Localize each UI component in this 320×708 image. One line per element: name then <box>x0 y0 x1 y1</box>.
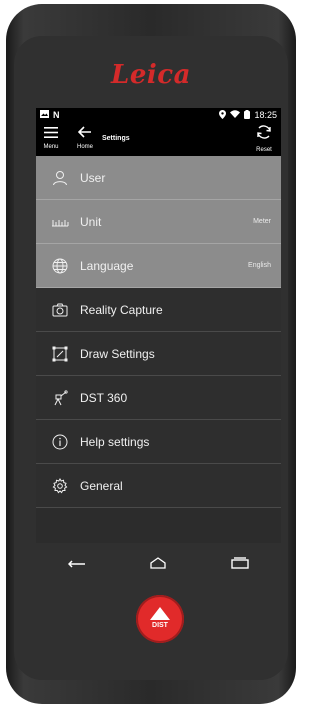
dist-label: DIST <box>152 622 168 629</box>
settings-item-label: Language <box>80 258 134 273</box>
settings-item-dst360[interactable]: DST 360 <box>36 376 281 420</box>
home-nav-icon[interactable] <box>149 556 167 574</box>
device-screen: N 18:25 Menu Home Settings Reset User Un… <box>36 108 281 543</box>
leica-logo: Leica <box>111 60 191 90</box>
ruler-icon <box>50 212 70 232</box>
nfc-icon: N <box>53 110 60 120</box>
settings-item-unit[interactable]: Unit Meter <box>36 200 281 244</box>
settings-item-value: English <box>248 262 271 269</box>
camera-icon <box>50 300 70 320</box>
wifi-icon <box>230 110 241 120</box>
location-icon <box>219 109 227 121</box>
settings-item-help-settings[interactable]: Help settings <box>36 420 281 464</box>
dst360-icon <box>50 388 70 408</box>
globe-icon <box>50 256 70 276</box>
page-title: Settings <box>102 135 130 142</box>
dist-measure-button[interactable]: DIST <box>136 595 184 643</box>
reset-icon <box>257 125 271 139</box>
recents-nav-icon[interactable] <box>231 556 249 574</box>
reset-button[interactable]: Reset <box>253 123 275 153</box>
user-icon <box>50 168 70 188</box>
app-bar: Menu Home Settings Reset <box>36 122 281 156</box>
android-nav-bar <box>36 548 281 582</box>
settings-item-label: User <box>80 170 106 185</box>
home-label: Home <box>76 144 93 150</box>
settings-item-language[interactable]: Language English <box>36 244 281 288</box>
settings-item-value: Meter <box>253 218 271 225</box>
settings-item-draw-settings[interactable]: Draw Settings <box>36 332 281 376</box>
settings-item-label: Help settings <box>80 434 150 449</box>
menu-button[interactable]: Menu <box>40 125 62 150</box>
settings-list: User Unit Meter Language English Reality… <box>36 156 281 508</box>
triangle-icon <box>150 607 170 620</box>
status-bar: N 18:25 <box>36 108 281 122</box>
gear-icon <box>50 476 70 496</box>
clock-time: 18:25 <box>254 110 277 120</box>
settings-item-label: Draw Settings <box>80 346 155 361</box>
menu-label: Menu <box>43 144 59 150</box>
info-icon <box>50 432 70 452</box>
hamburger-icon <box>44 127 58 138</box>
back-arrow-icon <box>77 126 91 138</box>
home-button[interactable]: Home <box>74 124 96 150</box>
settings-item-reality-capture[interactable]: Reality Capture <box>36 288 281 332</box>
settings-item-label: Unit <box>80 214 102 229</box>
image-notification-icon <box>40 110 49 120</box>
settings-item-label: Reality Capture <box>80 302 163 317</box>
settings-item-label: DST 360 <box>80 390 128 405</box>
settings-item-label: General <box>80 478 123 493</box>
back-nav-icon[interactable] <box>67 556 86 574</box>
draw-icon <box>50 344 70 364</box>
settings-item-user[interactable]: User <box>36 156 281 200</box>
battery-icon <box>244 109 251 121</box>
reset-label: Reset <box>256 147 272 153</box>
settings-item-general[interactable]: General <box>36 464 281 508</box>
